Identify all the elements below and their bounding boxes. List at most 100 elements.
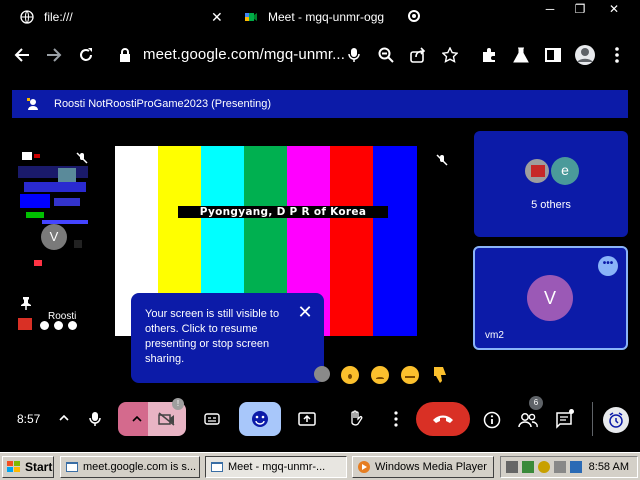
globe-icon <box>20 10 34 24</box>
system-tray: 8:58 AM <box>500 456 638 478</box>
people-icon[interactable]: 6 <box>517 396 543 430</box>
thumbs-down-icon[interactable] <box>432 366 448 384</box>
screen-visible-tooltip: Your screen is still visible to others. … <box>131 293 324 383</box>
meeting-time: 8:57 <box>17 412 41 426</box>
avatar-image-icon <box>531 165 545 177</box>
microphone-icon[interactable] <box>343 44 365 66</box>
media-player-icon <box>358 461 370 473</box>
start-button[interactable]: Start <box>2 456 54 478</box>
microphone-toggle-icon[interactable] <box>86 410 104 428</box>
tile-control-icon[interactable] <box>54 321 63 330</box>
meet-logo-icon <box>245 13 257 21</box>
taskbar-item-media-player[interactable]: Windows Media Player <box>352 456 494 478</box>
navigation-bar: meet.google.com/mgq-unmr... <box>0 34 640 76</box>
screen-caption: Pyongyang, D P R of Korea <box>178 206 388 218</box>
tile-control-icon[interactable] <box>40 321 49 330</box>
color-bar <box>330 146 373 336</box>
lab-flask-icon[interactable] <box>510 44 532 66</box>
tile-control-icon[interactable] <box>68 321 77 330</box>
chevron-up-icon <box>132 416 142 422</box>
color-bar <box>373 146 417 336</box>
tray-app-icon[interactable] <box>538 461 550 473</box>
share-icon[interactable] <box>407 44 429 66</box>
featured-avatar: V <box>527 275 573 321</box>
captions-icon[interactable] <box>202 410 222 428</box>
restore-icon[interactable]: ❐ <box>571 1 589 17</box>
others-count-label: 5 others <box>531 199 571 211</box>
others-avatar-1 <box>523 157 551 185</box>
volume-icon[interactable] <box>554 461 566 473</box>
bookmark-star-icon[interactable] <box>439 44 461 66</box>
taskbar-item-meet-notice[interactable]: meet.google.com is s... <box>60 456 200 478</box>
minimize-icon[interactable]: ─ <box>541 1 559 17</box>
window-close-icon[interactable]: ✕ <box>605 1 623 17</box>
sad-emoji-icon[interactable] <box>371 366 389 384</box>
presenting-user-icon <box>27 98 38 110</box>
reaction-emoji-icon[interactable] <box>314 366 330 382</box>
lock-icon[interactable] <box>114 44 136 66</box>
self-avatar: V <box>41 224 67 250</box>
divider <box>592 402 593 436</box>
taskbar-item-meet[interactable]: Meet - mgq-unmr-... <box>205 456 347 478</box>
extensions-icon[interactable] <box>478 44 500 66</box>
network-icon[interactable] <box>506 461 518 473</box>
thinking-emoji-icon[interactable] <box>401 366 419 384</box>
taskbar: Start meet.google.com is s... Meet - mgq… <box>0 452 640 480</box>
people-count-badge: 6 <box>529 396 543 410</box>
tab-title: Meet - mgq-unmr-ogg <box>268 10 385 24</box>
banner-text: Roosti NotRoostiProGame2023 (Presenting) <box>54 98 272 110</box>
pin-icon[interactable] <box>20 296 32 310</box>
tab-title: file:/// <box>44 10 73 24</box>
more-options-icon[interactable] <box>388 410 404 428</box>
browser-icon <box>211 462 223 472</box>
meeting-info-icon[interactable] <box>482 410 502 430</box>
forward-icon[interactable] <box>43 44 65 66</box>
task-label: Windows Media Player <box>375 461 487 473</box>
tooltip-text: Your screen is still visible to others. … <box>145 308 280 365</box>
meeting-controls: 8:57 ! 6 <box>0 396 640 442</box>
camera-toggle-button[interactable]: ! <box>148 398 186 436</box>
side-panel-icon[interactable] <box>542 44 564 66</box>
clock[interactable]: 8:58 AM <box>589 461 629 473</box>
start-label: Start <box>25 460 53 474</box>
tray-app-icon[interactable] <box>522 461 534 473</box>
tile-more-icon[interactable]: ••• <box>598 256 618 276</box>
address-bar[interactable]: meet.google.com/mgq-unmr... <box>143 46 345 63</box>
hang-up-icon <box>433 415 453 423</box>
back-icon[interactable] <box>11 44 33 66</box>
recording-indicator-icon[interactable] <box>408 10 420 22</box>
windows-logo-icon <box>7 461 20 472</box>
tab-strip: file:/// ✕ Meet - mgq-unmr-ogg ─ ❐ ✕ <box>0 0 640 34</box>
chat-unread-dot <box>569 409 574 414</box>
task-label: meet.google.com is s... <box>83 461 197 473</box>
mic-off-icon <box>76 152 88 164</box>
smiley-icon <box>252 411 268 427</box>
tab-file[interactable]: file:/// ✕ <box>20 4 230 30</box>
tray-app-icon[interactable] <box>570 461 582 473</box>
activities-icon[interactable] <box>603 407 629 433</box>
surprised-emoji-icon[interactable] <box>341 366 359 384</box>
self-view-tile[interactable]: V Roosti <box>14 140 98 336</box>
presenter-mic-off-icon <box>436 154 448 166</box>
tab-meet[interactable]: Meet - mgq-unmr-ogg <box>244 4 424 30</box>
task-label: Meet - mgq-unmr-... <box>228 461 326 473</box>
chevron-up-icon[interactable] <box>56 410 72 426</box>
present-tile-icon <box>18 318 32 330</box>
reload-icon[interactable] <box>75 44 97 66</box>
zoom-icon[interactable] <box>375 44 397 66</box>
raise-hand-icon[interactable] <box>346 409 366 429</box>
browser-icon <box>66 462 78 472</box>
others-tile[interactable] <box>474 131 628 237</box>
others-avatar-2: e <box>551 157 579 185</box>
chat-icon[interactable] <box>554 409 574 430</box>
presenting-banner: Roosti NotRoostiProGame2023 (Presenting) <box>12 90 628 118</box>
leave-call-button[interactable] <box>416 402 470 436</box>
close-tooltip-icon[interactable]: ✕ <box>296 303 314 321</box>
more-menu-icon[interactable] <box>606 44 628 66</box>
close-tab-icon[interactable]: ✕ <box>211 9 223 26</box>
emoji-reactions-button[interactable] <box>239 402 281 436</box>
profile-avatar-icon[interactable] <box>574 44 596 66</box>
camera-warning-icon: ! <box>172 398 184 410</box>
present-screen-icon[interactable] <box>296 410 318 428</box>
camera-off-icon <box>158 412 175 426</box>
